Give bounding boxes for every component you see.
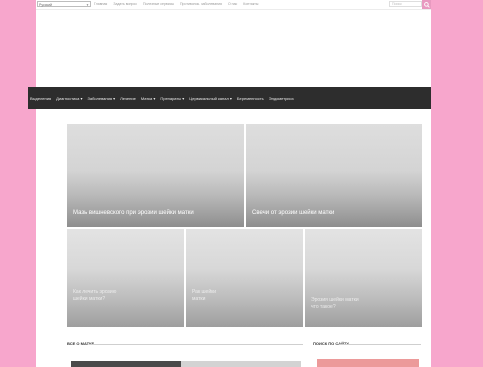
top-bar: Русский ▼ Главная Задать вопрос Полезные… [36,0,431,10]
nav-item-cervical[interactable]: Цервикальный канал ▾ [189,96,232,101]
nav-item-discharge[interactable]: Выделения [30,96,51,101]
grid-post-1[interactable]: Как лечить эрозию шейки матки? [67,229,184,327]
nav-item-uterus[interactable]: Матка ▾ [141,96,156,101]
nav-item-diagnostics[interactable]: Диагностика ▾ [56,96,82,101]
grid-title-2: Рак шейки матки [192,289,217,302]
top-link-contacts[interactable]: Контакты [243,1,258,8]
featured-title-1[interactable]: Мазь вишневского при эрозии шейки матки [73,210,194,216]
featured-post-2[interactable]: Свечи от эрозии шейки матки [246,124,422,227]
nav-item-treatment[interactable]: Лечение [120,96,136,101]
chevron-down-icon: ▼ [86,3,89,7]
top-links: Главная Задать вопрос Полезные сервисы П… [94,1,258,8]
top-link-services[interactable]: Полезные сервисы [143,1,174,8]
language-value: Русский [39,3,52,7]
featured-title-2[interactable]: Свечи от эрозии шейки матки [252,210,334,216]
grid-title-1: Как лечить эрозию шейки матки? [73,289,117,302]
grid-title-3: Эрозия шейки матки что такое? [311,297,359,310]
post-thumbnail-dark[interactable] [71,361,181,367]
featured-post-1[interactable]: Мазь вишневского при эрозии шейки матки [67,124,244,227]
grid-post-3[interactable]: Эрозия шейки матки что такое? [305,229,422,327]
top-link-ask[interactable]: Задать вопрос [113,1,137,8]
search-placeholder: Поиск [392,2,402,6]
top-link-about[interactable]: О нас [228,1,237,8]
nav-item-diseases[interactable]: Заболевания ▾ [87,96,115,101]
nav-item-drugs[interactable]: Препараты ▾ [160,96,184,101]
search-icon [423,1,430,8]
section-divider [89,344,303,345]
main-nav: Выделения Диагностика ▾ Заболевания ▾ Ле… [28,87,431,109]
grid-post-2[interactable]: Рак шейки матки [186,229,303,327]
post-thumbnail-light[interactable] [181,361,301,367]
top-link-home[interactable]: Главная [94,1,107,8]
nav-item-pregnancy[interactable]: Беременность [237,96,264,101]
sidebar-divider [339,344,421,345]
sidebar-search-bar[interactable] [317,359,419,367]
nav-item-endometriosis[interactable]: Эндометриоз [269,96,294,101]
search-button[interactable] [422,0,431,9]
top-link-contra[interactable]: Противопок. заболевания [180,1,222,8]
language-select[interactable]: Русский ▼ [37,1,91,7]
section-header-sidebar: ПОИСК ПО САЙТУ [313,341,421,347]
section-header-main: ВСЕ О МАТКЕ [67,341,303,347]
search-input[interactable]: Поиск [389,1,422,7]
